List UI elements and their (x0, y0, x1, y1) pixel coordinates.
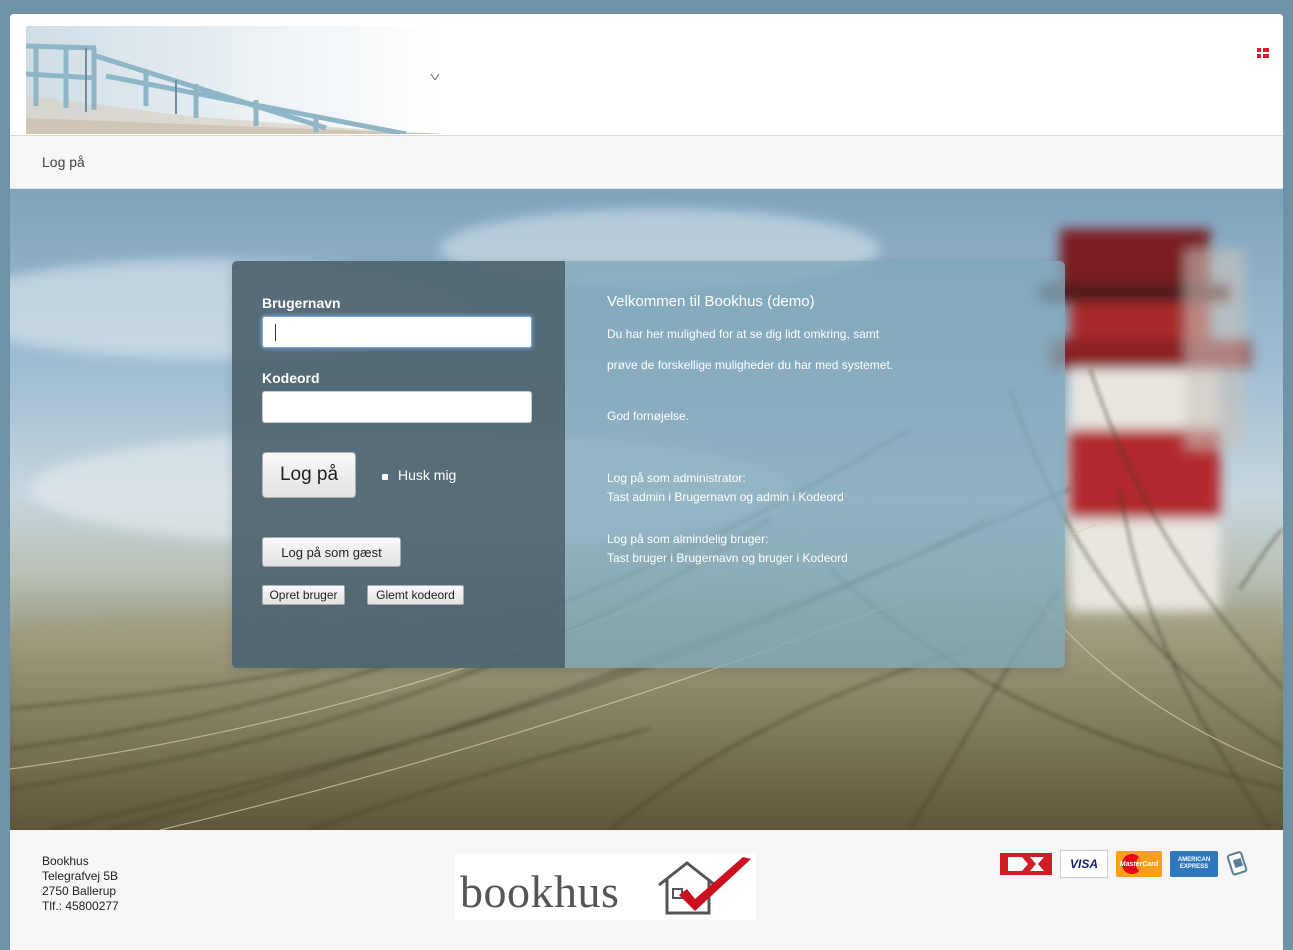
username-label: Brugernavn (262, 295, 341, 311)
company-street: Telegrafvej 5B (42, 869, 119, 883)
payment-methods: VISA MasterCard AMERICAN EXPRESS (1000, 850, 1250, 878)
user-instructions: Tast bruger i Brugernavn og bruger i Kod… (607, 551, 848, 565)
login-button[interactable]: Log på (262, 452, 356, 498)
visa-icon: VISA (1060, 850, 1108, 878)
text-caret (275, 324, 276, 341)
create-user-button[interactable]: Opret bruger (262, 585, 345, 605)
danish-flag-icon[interactable] (1257, 48, 1269, 58)
remember-me-label: Husk mig (398, 467, 457, 483)
breadcrumb: Log på (10, 136, 1283, 189)
dankort-icon (1000, 853, 1052, 875)
mastercard-label: MasterCard (1119, 860, 1159, 868)
company-city: 2750 Ballerup (42, 884, 117, 898)
password-field[interactable] (262, 391, 532, 423)
welcome-greeting: God fornøjelse. (607, 409, 690, 423)
login-card: Brugernavn Kodeord Log på Husk mig Log p… (232, 261, 1065, 668)
welcome-title: Velkommen til Bookhus (demo) (607, 293, 815, 310)
forgot-password-button[interactable]: Glemt kodeord (367, 585, 464, 605)
admin-instructions: Tast admin i Brugernavn og admin i Kodeo… (607, 490, 844, 504)
welcome-panel: Velkommen til Bookhus (demo) Du har her … (565, 261, 1065, 668)
pier-header-image (26, 26, 446, 134)
guest-login-button[interactable]: Log på som gæst (262, 537, 401, 567)
footer: Bookhus Telegrafvej 5B 2750 Ballerup Tlf… (10, 830, 1283, 950)
welcome-line-1: Du har her mulighed for at se dig lidt o… (607, 327, 880, 341)
company-address: Bookhus Telegrafvej 5B 2750 Ballerup Tlf… (42, 854, 119, 914)
remember-me-checkbox[interactable]: Husk mig (382, 467, 456, 483)
app-frame: Log på Brugernavn Kodeord Log på Husk mi… (10, 14, 1283, 950)
password-label: Kodeord (262, 370, 320, 386)
checkbox-icon[interactable] (382, 474, 388, 480)
company-name: Bookhus (42, 854, 89, 868)
amex-icon: AMERICAN EXPRESS (1170, 851, 1218, 877)
username-field[interactable] (262, 316, 532, 348)
header (10, 14, 1283, 136)
bookhus-logo: bookhus (455, 853, 756, 920)
house-check-icon (658, 857, 751, 915)
welcome-line-2: prøve de forskellige muligheder du har m… (607, 358, 894, 372)
hero-background: Brugernavn Kodeord Log på Husk mig Log p… (10, 189, 1283, 830)
login-form-panel: Brugernavn Kodeord Log på Husk mig Log p… (232, 261, 565, 668)
mobilepay-icon (1226, 851, 1248, 876)
mastercard-icon: MasterCard (1116, 851, 1162, 877)
user-heading: Log på som almindelig bruger: (607, 532, 769, 546)
admin-heading: Log på som administrator: (607, 471, 746, 485)
company-phone: Tlf.: 45800277 (42, 899, 119, 913)
breadcrumb-current: Log på (42, 154, 85, 170)
logo-text: bookhus (460, 866, 620, 917)
